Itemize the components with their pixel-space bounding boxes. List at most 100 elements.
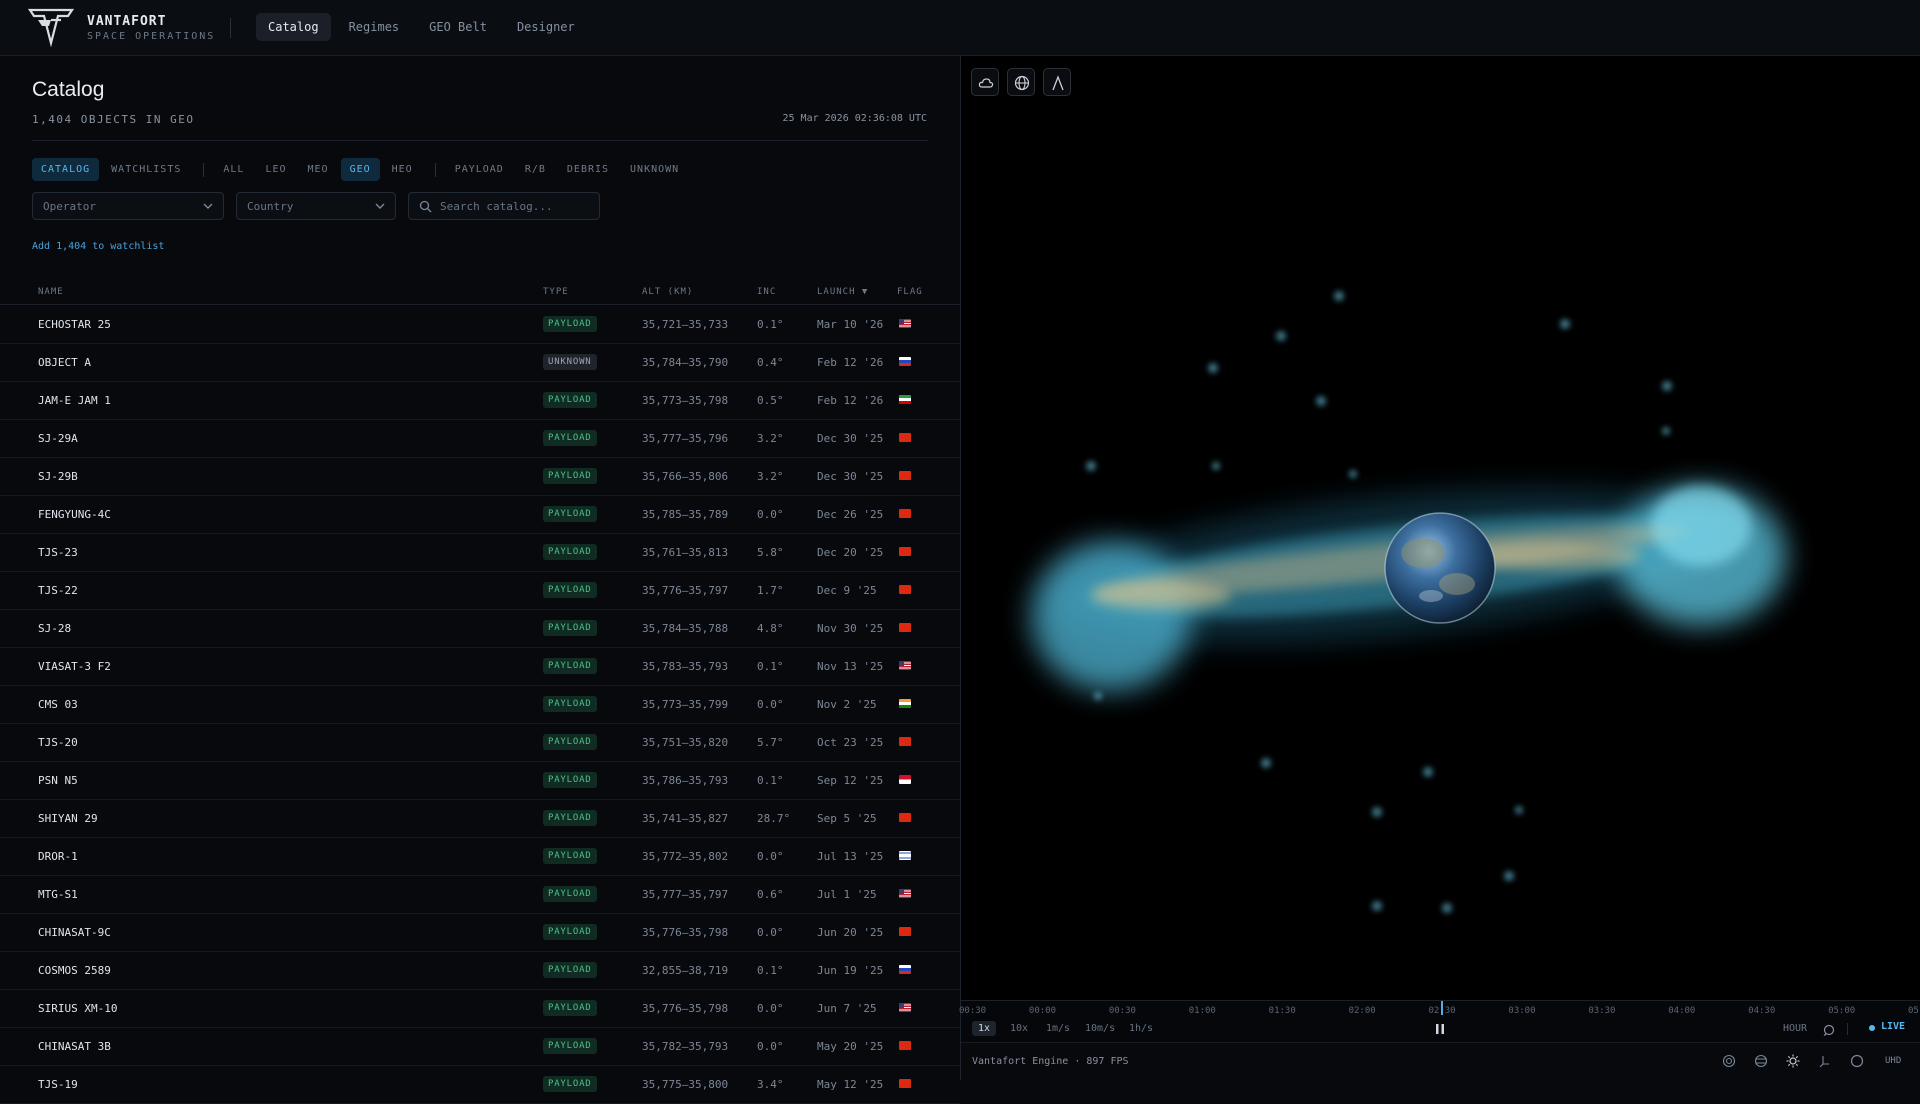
quality-toggle[interactable]: UHD bbox=[1885, 1056, 1901, 1066]
table-row[interactable]: SIRIUS XM-10 PAYLOAD 35,776–35,798 0.0° Jun … bbox=[0, 990, 960, 1028]
search-input[interactable]: Search catalog... bbox=[408, 192, 600, 220]
globe-icon bbox=[1014, 75, 1030, 91]
axes-icon[interactable] bbox=[1818, 1054, 1832, 1068]
col-flag[interactable]: FLAG bbox=[897, 287, 923, 297]
loop-icon[interactable] bbox=[1823, 1024, 1835, 1036]
timeline-tick-label: 02:00 bbox=[1348, 1006, 1376, 1016]
regime-geo[interactable]: GEO bbox=[340, 158, 380, 181]
tab-watchlists[interactable]: WATCHLISTS bbox=[102, 158, 190, 181]
orbit-path-toggle-button[interactable] bbox=[1043, 68, 1071, 96]
flag-cn-icon bbox=[899, 1079, 911, 1088]
table-row[interactable]: CHINASAT 3B PAYLOAD 35,782–35,793 0.0° May 2… bbox=[0, 1028, 960, 1066]
object-name: PSN N5 bbox=[38, 774, 78, 787]
nav-tab-catalog[interactable]: Catalog bbox=[256, 13, 331, 41]
col-name[interactable]: NAME bbox=[38, 287, 64, 297]
object-type-badge: PAYLOAD bbox=[543, 1038, 597, 1054]
col-type[interactable]: TYPE bbox=[543, 287, 569, 297]
cloud-icon bbox=[978, 78, 994, 88]
table-row[interactable]: TJS-19 PAYLOAD 35,775–35,800 3.4° May 12 '25 bbox=[0, 1066, 960, 1104]
object-altitude: 35,776–35,798 bbox=[642, 1002, 729, 1015]
table-row[interactable]: TJS-22 PAYLOAD 35,776–35,797 1.7° Dec 9 '25 bbox=[0, 572, 960, 610]
timeline-tick-label: 00:00 bbox=[1028, 1006, 1056, 1016]
speed-10x[interactable]: 10x bbox=[1004, 1021, 1034, 1036]
type-payload[interactable]: PAYLOAD bbox=[446, 158, 513, 181]
country-select[interactable]: Country bbox=[236, 192, 396, 220]
lambda-icon bbox=[1052, 75, 1064, 91]
globe-toggle-button[interactable] bbox=[1007, 68, 1035, 96]
vantafort-logo[interactable] bbox=[28, 7, 74, 47]
object-altitude: 32,855–38,719 bbox=[642, 964, 729, 977]
table-row[interactable]: SJ-28 PAYLOAD 35,784–35,788 4.8° Nov 30 '25 bbox=[0, 610, 960, 648]
table-row[interactable]: CHINASAT-9C PAYLOAD 35,776–35,798 0.0° Jun 2… bbox=[0, 914, 960, 952]
nav-tab-geo-belt[interactable]: GEO Belt bbox=[417, 13, 499, 41]
timeline-scrubber[interactable]: 00:3000:0000:3001:0001:3002:0002:3003:00… bbox=[959, 1000, 1920, 1043]
object-type-badge: PAYLOAD bbox=[543, 392, 597, 408]
object-name: SJ-28 bbox=[38, 622, 72, 635]
sun-icon[interactable] bbox=[1786, 1054, 1800, 1068]
table-row[interactable]: VIASAT-3 F2 PAYLOAD 35,783–35,793 0.1° Nov 1… bbox=[0, 648, 960, 686]
col-inc[interactable]: INC bbox=[757, 287, 776, 297]
grid-globe-icon[interactable] bbox=[1754, 1054, 1768, 1068]
table-row[interactable]: PSN N5 PAYLOAD 35,786–35,793 0.1° Sep 12 '25 bbox=[0, 762, 960, 800]
type-rocket-body[interactable]: R/B bbox=[516, 158, 555, 181]
operator-select[interactable]: Operator bbox=[32, 192, 224, 220]
table-row[interactable]: TJS-20 PAYLOAD 35,751–35,820 5.7° Oct 23 '25 bbox=[0, 724, 960, 762]
range-hour[interactable]: HOUR bbox=[1777, 1021, 1813, 1036]
col-alt[interactable]: ALT (KM) bbox=[642, 287, 693, 297]
nav-tab-designer[interactable]: Designer bbox=[505, 13, 587, 41]
table-row[interactable]: COSMOS 2589 PAYLOAD 32,855–38,719 0.1° Jun 1… bbox=[0, 952, 960, 990]
object-inclination: 0.6° bbox=[757, 888, 784, 901]
pause-icon[interactable] bbox=[1435, 1023, 1445, 1035]
regime-leo[interactable]: LEO bbox=[256, 158, 295, 181]
clouds-toggle-button[interactable] bbox=[971, 68, 999, 96]
table-row[interactable]: SHIYAN 29 PAYLOAD 35,741–35,827 28.7° Sep 5 … bbox=[0, 800, 960, 838]
geo-belt-3d-viewer[interactable] bbox=[961, 56, 1920, 1000]
speed-1h-per-s[interactable]: 1h/s bbox=[1123, 1021, 1159, 1036]
object-inclination: 0.0° bbox=[757, 850, 784, 863]
type-unknown[interactable]: UNKNOWN bbox=[621, 158, 688, 181]
object-altitude: 35,741–35,827 bbox=[642, 812, 729, 825]
object-name: SIRIUS XM-10 bbox=[38, 1002, 118, 1015]
object-altitude: 35,772–35,802 bbox=[642, 850, 729, 863]
timeline-tick-label: 03:30 bbox=[1588, 1006, 1616, 1016]
object-launch-date: Sep 5 '25 bbox=[817, 812, 877, 825]
object-inclination: 0.1° bbox=[757, 660, 784, 673]
table-row[interactable]: SJ-29B PAYLOAD 35,766–35,806 3.2° Dec 30 '25 bbox=[0, 458, 960, 496]
table-row[interactable]: DROR-1 PAYLOAD 35,772–35,802 0.0° Jul 13 '25 bbox=[0, 838, 960, 876]
object-launch-date: Jun 20 '25 bbox=[817, 926, 884, 939]
target-icon[interactable] bbox=[1722, 1054, 1736, 1068]
table-row[interactable]: CMS 03 PAYLOAD 35,773–35,799 0.0° Nov 2 '25 bbox=[0, 686, 960, 724]
table-row[interactable]: ECHOSTAR 25 PAYLOAD 35,721–35,733 0.1° Mar 1… bbox=[0, 306, 960, 344]
object-altitude: 35,777–35,796 bbox=[642, 432, 729, 445]
table-row[interactable]: SJ-29A PAYLOAD 35,777–35,796 3.2° Dec 30 '25 bbox=[0, 420, 960, 458]
timeline-playhead[interactable] bbox=[1441, 1001, 1443, 1015]
regime-heo[interactable]: HEO bbox=[383, 158, 422, 181]
object-launch-date: Dec 30 '25 bbox=[817, 432, 884, 445]
object-altitude: 35,751–35,820 bbox=[642, 736, 729, 749]
table-row[interactable]: OBJECT A UNKNOWN 35,784–35,790 0.4° Feb 12 '… bbox=[0, 344, 960, 382]
regime-all[interactable]: ALL bbox=[214, 158, 253, 181]
speed-1m-per-s[interactable]: 1m/s bbox=[1040, 1021, 1076, 1036]
tab-catalog[interactable]: CATALOG bbox=[32, 158, 100, 181]
table-row[interactable]: TJS-23 PAYLOAD 35,761–35,813 5.8° Dec 20 '25 bbox=[0, 534, 960, 572]
nav-tab-regimes[interactable]: Regimes bbox=[337, 13, 412, 41]
object-type-badge: PAYLOAD bbox=[543, 772, 597, 788]
flag-canton bbox=[899, 661, 904, 666]
speed-1x[interactable]: 1x bbox=[972, 1021, 997, 1036]
viewer-status-bar: Vantafort Engine · 897 FPS UHD bbox=[961, 1042, 1920, 1081]
object-name: FENGYUNG-4C bbox=[38, 508, 111, 521]
object-inclination: 0.0° bbox=[757, 508, 784, 521]
col-launch[interactable]: LAUNCH ▼ bbox=[817, 287, 868, 297]
table-row[interactable]: JAM-E JAM 1 PAYLOAD 35,773–35,798 0.5° Feb 1… bbox=[0, 382, 960, 420]
flag-cn-icon bbox=[899, 813, 911, 822]
object-name: DROR-1 bbox=[38, 850, 78, 863]
table-row[interactable]: FENGYUNG-4C PAYLOAD 35,785–35,789 0.0° Dec 2… bbox=[0, 496, 960, 534]
regime-meo[interactable]: MEO bbox=[299, 158, 338, 181]
live-button[interactable]: LIVE bbox=[1881, 1021, 1905, 1032]
speed-10m-per-s[interactable]: 10m/s bbox=[1079, 1021, 1121, 1036]
object-launch-date: Feb 12 '26 bbox=[817, 394, 884, 407]
type-debris[interactable]: DEBRIS bbox=[558, 158, 618, 181]
add-to-watchlist-link[interactable]: Add 1,404 to watchlist bbox=[32, 241, 164, 252]
circle-icon[interactable] bbox=[1850, 1054, 1864, 1068]
table-row[interactable]: MTG-S1 PAYLOAD 35,777–35,797 0.6° Jul 1 '25 bbox=[0, 876, 960, 914]
